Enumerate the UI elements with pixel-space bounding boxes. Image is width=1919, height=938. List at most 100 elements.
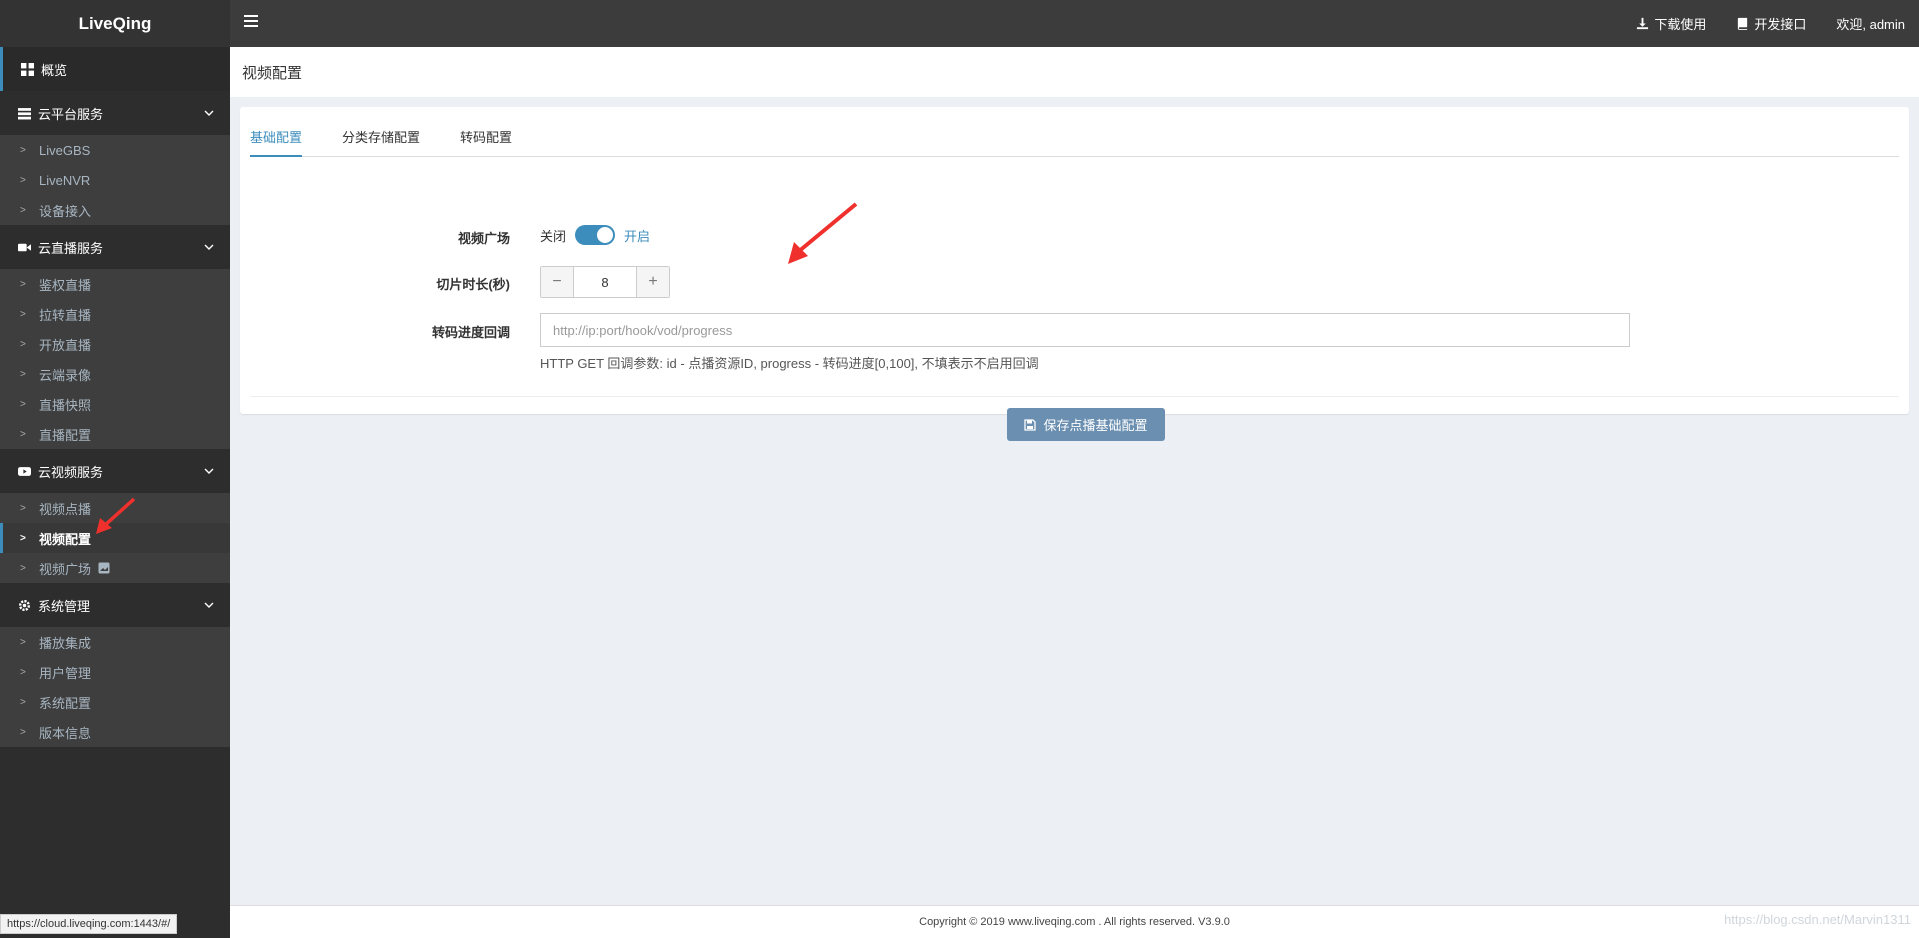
dashboard-icon: [21, 62, 34, 76]
sidebar-item-label: 版本信息: [39, 725, 92, 741]
navbar-right: 下载使用 开发接口 欢迎, admin: [1636, 0, 1905, 47]
slice-duration-value[interactable]: 8: [573, 267, 637, 297]
sidebar-group-label: 系统管理: [38, 598, 91, 614]
chevron-right-icon: >: [20, 428, 26, 440]
sidebar-item-auth-live[interactable]: > 鉴权直播: [0, 269, 230, 299]
tab-basic-config[interactable]: 基础配置: [250, 125, 303, 157]
sidebar-item-label: 直播快照: [39, 397, 92, 413]
sidebar-group-label: 云视频服务: [38, 464, 104, 480]
save-button[interactable]: 保存点播基础配置: [1007, 408, 1165, 441]
form-divider: [250, 396, 1899, 397]
video-square-label: 视频广场: [457, 231, 510, 246]
sidebar-item-label: 云端录像: [39, 367, 92, 383]
sidebar-item-label: 设备接入: [39, 203, 92, 219]
sidebar-item-player-integration[interactable]: > 播放集成: [0, 627, 230, 657]
sidebar-item-livegbs[interactable]: > LiveGBS: [0, 135, 230, 165]
sidebar-group-system[interactable]: 系统管理: [0, 583, 230, 627]
api-link[interactable]: 开发接口: [1736, 14, 1806, 33]
sidebar-group-cloud-platform[interactable]: 云平台服务: [0, 91, 230, 135]
slice-duration-label: 切片时长(秒): [436, 277, 510, 292]
welcome-text: 欢迎, admin: [1836, 17, 1905, 32]
submenu-cloud-video: > 视频点播 > 视频配置 > 视频广场: [0, 493, 230, 583]
chevron-right-icon: >: [20, 204, 26, 216]
chevron-right-icon: >: [20, 144, 26, 156]
chevron-right-icon: >: [20, 308, 26, 320]
sidebar-group-cloud-video[interactable]: 云视频服务: [0, 449, 230, 493]
sidebar-item-open-live[interactable]: > 开放直播: [0, 329, 230, 359]
sidebar-item-cloud-record[interactable]: > 云端录像: [0, 359, 230, 389]
external-image-icon: [98, 562, 110, 574]
sidebar-item-live-snapshot[interactable]: > 直播快照: [0, 389, 230, 419]
app-logo[interactable]: LiveQing: [0, 0, 230, 47]
chevron-right-icon: >: [20, 562, 26, 574]
video-square-toggle[interactable]: [575, 225, 616, 245]
sidebar-item-pull-live[interactable]: > 拉转直播: [0, 299, 230, 329]
toggle-on-label: 开启: [624, 228, 651, 244]
sidebar-item-overview[interactable]: 概览: [0, 47, 230, 91]
save-icon: [1024, 418, 1037, 431]
callback-help-text: HTTP GET 回调参数: id - 点播资源ID, progress - 转…: [540, 356, 1039, 371]
sidebar: 概览 云平台服务 > LiveGBS > LiveNVR > 设备接入 云直播服务 >…: [0, 47, 230, 938]
user-menu[interactable]: 欢迎, admin: [1836, 14, 1905, 33]
copyright-text: Copyright © 2019 www.liveqing.com . All …: [919, 916, 1230, 928]
sidebar-item-system-config[interactable]: > 系统配置: [0, 687, 230, 717]
chevron-right-icon: >: [20, 174, 26, 186]
sidebar-item-livenvr[interactable]: > LiveNVR: [0, 165, 230, 195]
chevron-right-icon: >: [20, 368, 26, 380]
save-button-label: 保存点播基础配置: [1043, 418, 1148, 433]
browser-status-bar: https://cloud.liveqing.com:1443/#/: [0, 914, 178, 934]
book-icon: [1738, 17, 1748, 30]
sidebar-item-video-config[interactable]: > 视频配置: [0, 523, 230, 553]
config-tabs: 基础配置 分类存储配置 转码配置: [250, 125, 1899, 157]
chevron-right-icon: >: [20, 666, 26, 678]
submenu-cloud-live: > 鉴权直播 > 拉转直播 > 开放直播 > 云端录像 > 直播快照 > 直播配置: [0, 269, 230, 449]
decrement-button[interactable]: −: [541, 267, 573, 297]
sidebar-item-version-info[interactable]: > 版本信息: [0, 717, 230, 747]
footer: Copyright © 2019 www.liveqing.com . All …: [230, 905, 1919, 938]
chevron-right-icon: >: [20, 532, 26, 544]
video-square-toggle-group: 关闭 开启: [540, 225, 650, 245]
youtube-play-icon: [18, 466, 31, 476]
chevron-right-icon: >: [20, 338, 26, 350]
sidebar-item-user-management[interactable]: > 用户管理: [0, 657, 230, 687]
sidebar-item-device-access[interactable]: > 设备接入: [0, 195, 230, 225]
gear-icon: [18, 599, 31, 611]
download-link[interactable]: 下载使用: [1636, 14, 1706, 33]
tab-storage-config[interactable]: 分类存储配置: [342, 125, 420, 157]
toggle-knob: [597, 227, 614, 243]
tab-transcode-config[interactable]: 转码配置: [460, 125, 512, 157]
sidebar-item-label: 开放直播: [39, 337, 92, 353]
chevron-right-icon: >: [20, 696, 26, 708]
toggle-off-label: 关闭: [540, 228, 567, 244]
sidebar-item-label: 概览: [41, 62, 68, 78]
sidebar-item-label: 视频广场: [39, 561, 92, 577]
callback-url-input[interactable]: [540, 313, 1630, 347]
watermark: https://blog.csdn.net/Marvin1311: [1724, 912, 1911, 927]
chevron-down-icon: [204, 468, 214, 474]
chevron-right-icon: >: [20, 278, 26, 290]
chevron-right-icon: >: [20, 398, 26, 410]
increment-button[interactable]: +: [637, 267, 669, 297]
sidebar-group-cloud-live[interactable]: 云直播服务: [0, 225, 230, 269]
sidebar-item-label: 系统配置: [39, 695, 92, 711]
sidebar-item-video-square[interactable]: > 视频广场: [0, 553, 230, 583]
main-content: 视频配置 基础配置 分类存储配置 转码配置 视频广场 关闭 开启 切片时长(秒)…: [230, 47, 1919, 905]
sidebar-item-label: 用户管理: [39, 665, 92, 681]
video-camera-icon: [18, 243, 31, 251]
sidebar-toggle-icon[interactable]: [244, 15, 258, 29]
sidebar-group-label: 云直播服务: [38, 240, 104, 256]
sidebar-item-label: 直播配置: [39, 427, 92, 443]
download-label: 下载使用: [1654, 17, 1707, 32]
sidebar-item-vod[interactable]: > 视频点播: [0, 493, 230, 523]
sidebar-item-label: LiveNVR: [39, 172, 91, 188]
sidebar-item-live-config[interactable]: > 直播配置: [0, 419, 230, 449]
sidebar-item-label: 视频配置: [39, 531, 92, 547]
chevron-down-icon: [204, 602, 214, 608]
chevron-down-icon: [204, 244, 214, 250]
sidebar-item-label: 拉转直播: [39, 307, 92, 323]
sidebar-item-label: 视频点播: [39, 501, 92, 517]
page-title: 视频配置: [230, 47, 1919, 97]
top-navbar: LiveQing 下载使用 开发接口 欢迎, admin: [0, 0, 1919, 47]
download-icon: [1637, 17, 1649, 30]
chevron-down-icon: [204, 110, 214, 116]
